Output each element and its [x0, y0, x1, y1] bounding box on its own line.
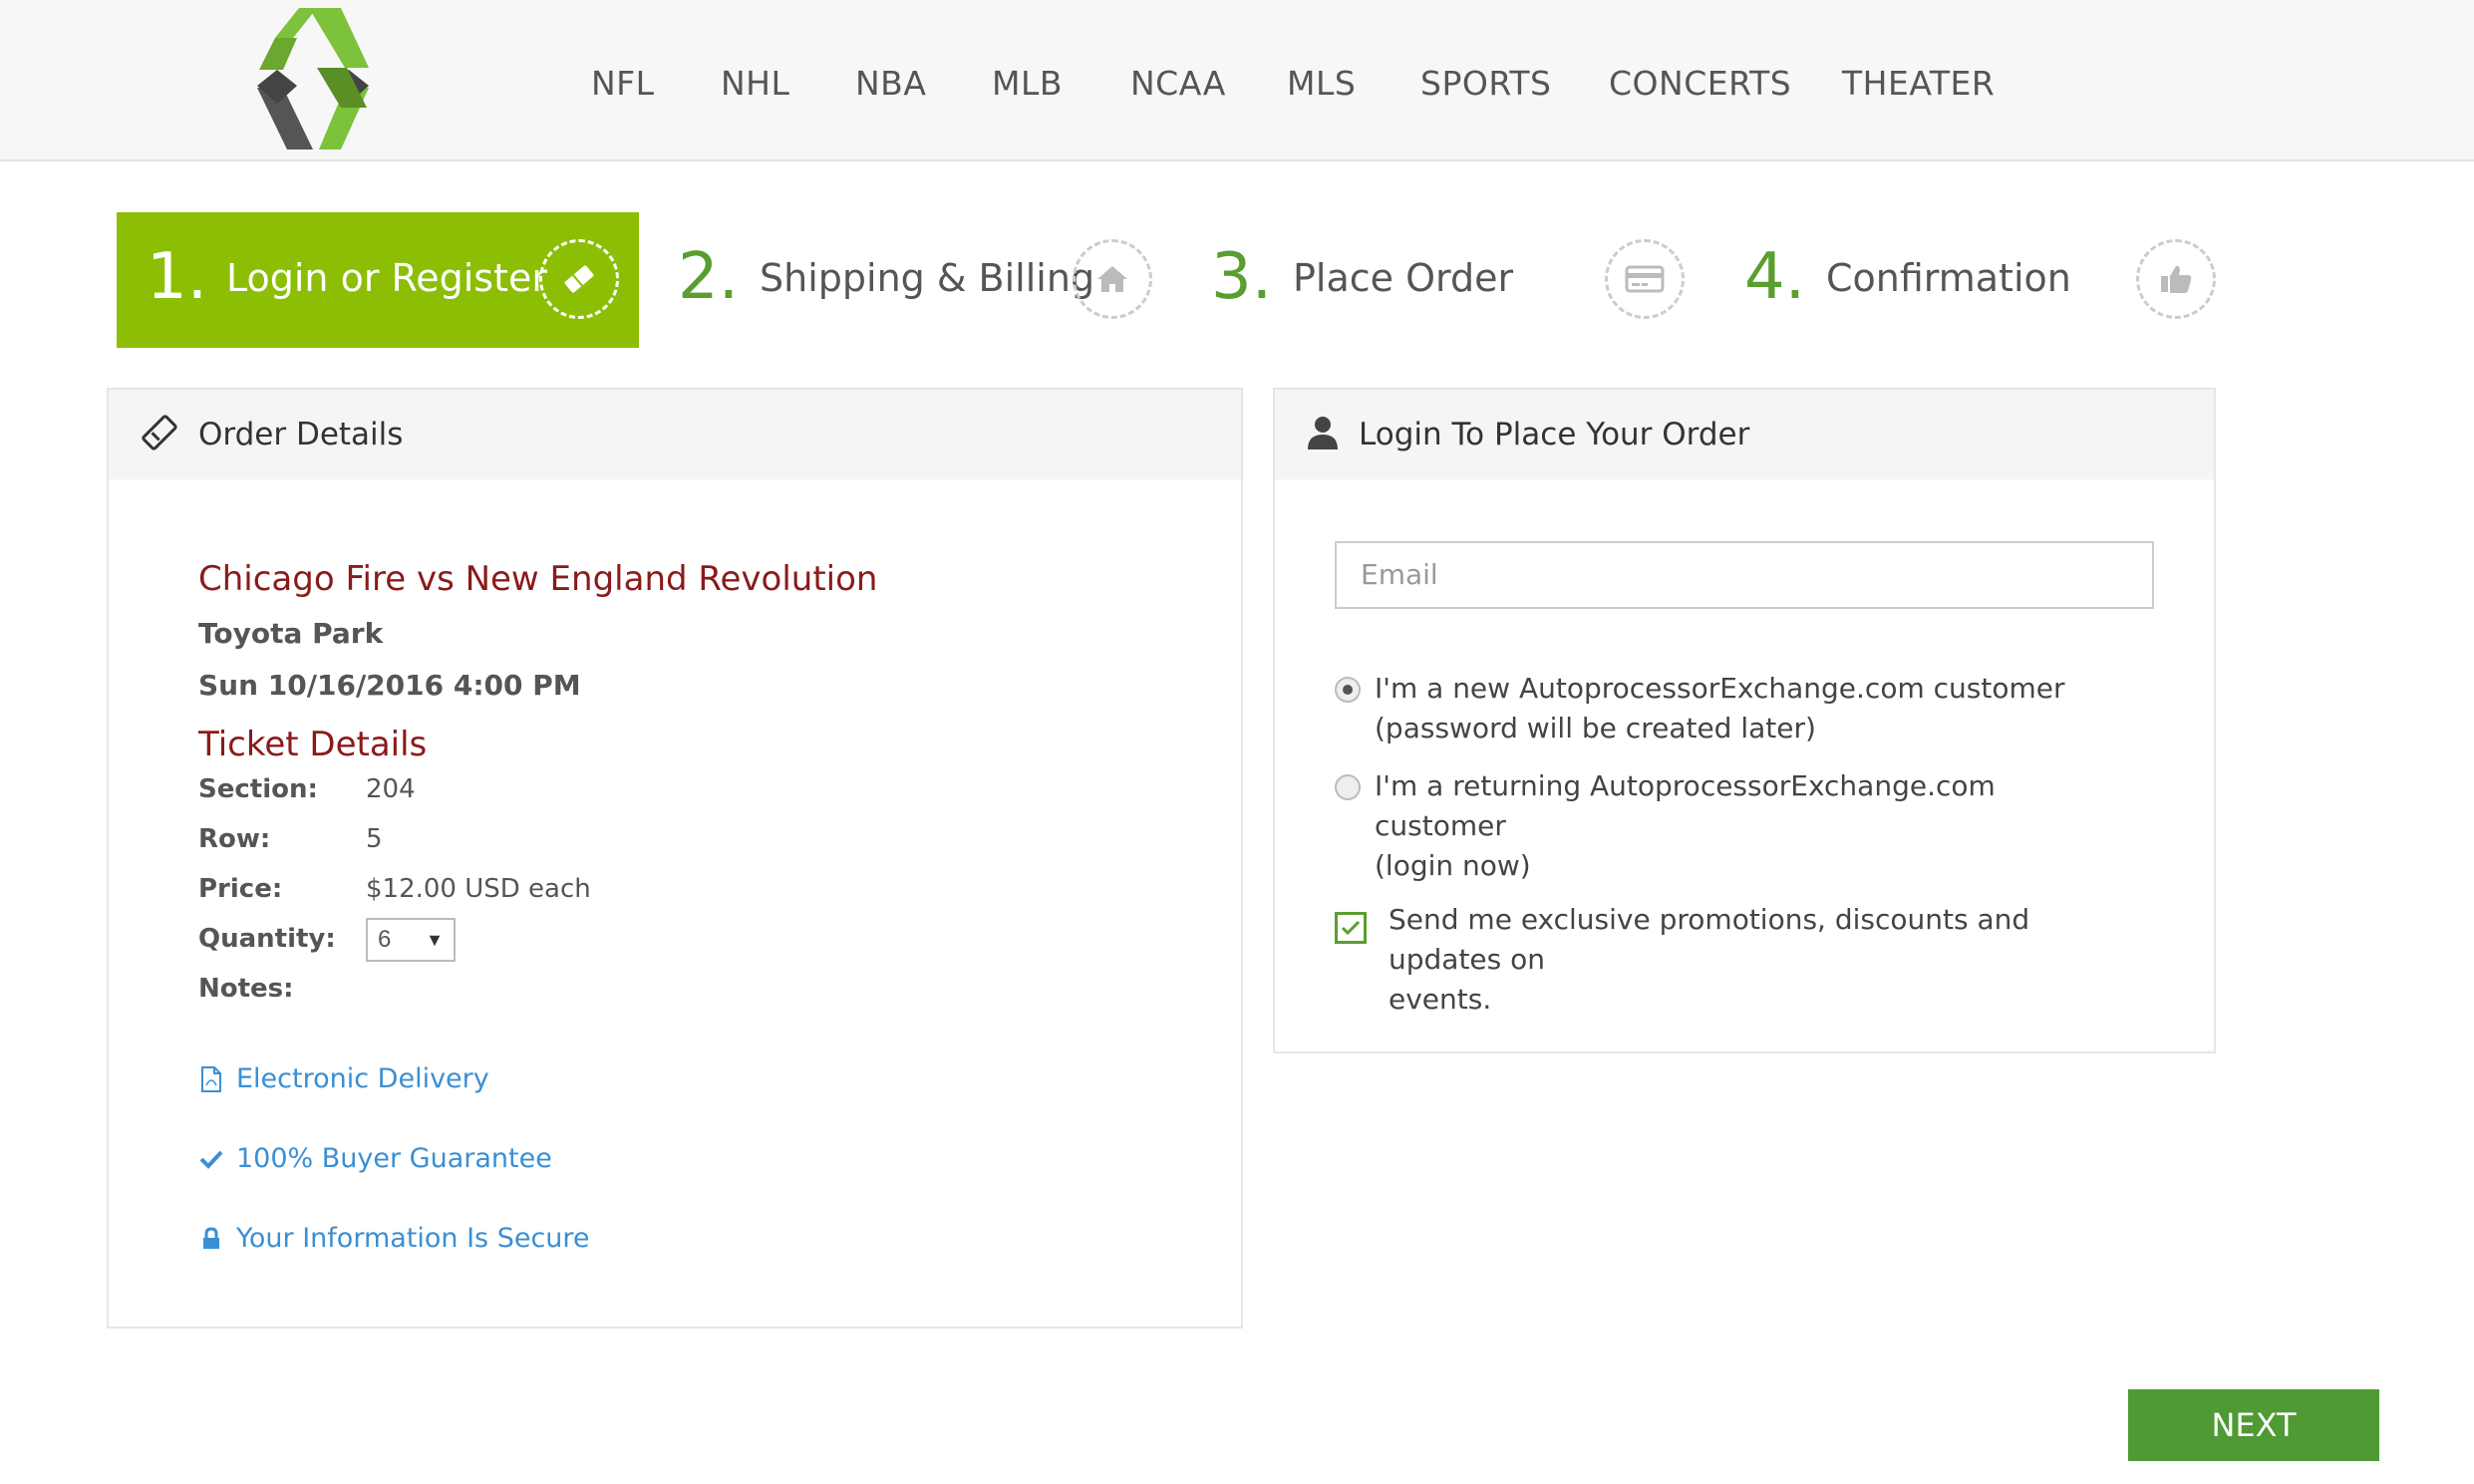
returning-customer-radio[interactable] — [1335, 774, 1361, 800]
nav-theater[interactable]: THEATER — [1842, 64, 1995, 103]
event-venue: Toyota Park — [198, 617, 384, 650]
credit-card-icon — [1605, 239, 1685, 319]
section-label: Section: — [198, 774, 318, 804]
ticket-details-heading: Ticket Details — [198, 725, 428, 764]
pdf-file-icon — [198, 1064, 224, 1094]
nav-nhl[interactable]: NHL — [721, 64, 789, 103]
promotions-checkbox[interactable] — [1335, 912, 1367, 944]
quantity-select[interactable]: 6 ▼ — [366, 918, 456, 962]
quantity-value: 6 — [378, 926, 392, 953]
step-number: 4. — [1744, 240, 1806, 314]
site-header: NFL NHL NBA MLB NCAA MLS SPORTS CONCERTS… — [0, 0, 2474, 161]
new-customer-line2: (password will be created later) — [1375, 712, 1816, 744]
quantity-label: Quantity: — [198, 924, 336, 954]
checkmark-icon — [198, 1144, 224, 1174]
event-title: Chicago Fire vs New England Revolution — [198, 559, 878, 599]
home-icon — [1073, 239, 1152, 319]
order-details-header: Order Details — [109, 390, 1241, 479]
lock-icon — [198, 1224, 224, 1254]
next-button[interactable]: NEXT — [2128, 1389, 2379, 1461]
user-icon — [1307, 415, 1339, 455]
main-nav: NFL NHL NBA MLB NCAA MLS SPORTS CONCERTS… — [0, 0, 2474, 161]
notes-label: Notes: — [198, 974, 294, 1004]
nav-concerts[interactable]: CONCERTS — [1609, 64, 1791, 103]
information-secure-link[interactable]: Your Information Is Secure — [198, 1223, 590, 1254]
step-number: 2. — [678, 240, 740, 314]
event-datetime: Sun 10/16/2016 4:00 PM — [198, 669, 581, 702]
promotions-line2: events. — [1389, 983, 1492, 1016]
step-login: 1. Login or Register — [117, 212, 639, 348]
step-number: 3. — [1211, 240, 1273, 314]
price-value: $12.00 USD each — [366, 874, 591, 904]
step-label: Place Order — [1293, 256, 1514, 300]
row-label: Row: — [198, 824, 271, 854]
nav-mlb[interactable]: MLB — [992, 64, 1063, 103]
information-secure-label: Your Information Is Secure — [236, 1223, 590, 1254]
promotions-line1: Send me exclusive promotions, discounts … — [1389, 903, 2030, 976]
returning-customer-label[interactable]: I'm a returning AutoprocessorExchange.co… — [1375, 766, 2132, 886]
nav-ncaa[interactable]: NCAA — [1130, 64, 1226, 103]
email-input[interactable]: Email — [1335, 541, 2154, 609]
electronic-delivery-label: Electronic Delivery — [236, 1063, 489, 1094]
section-value: 204 — [366, 774, 416, 804]
returning-customer-line2: (login now) — [1375, 849, 1531, 882]
nav-sports[interactable]: SPORTS — [1420, 64, 1551, 103]
nav-nfl[interactable]: NFL — [591, 64, 655, 103]
buyer-guarantee-label: 100% Buyer Guarantee — [236, 1143, 552, 1174]
ticket-icon — [141, 414, 178, 456]
thumbs-up-icon — [2136, 239, 2216, 319]
order-details-title: Order Details — [198, 417, 404, 452]
ticket-icon — [539, 239, 619, 319]
promotions-label[interactable]: Send me exclusive promotions, discounts … — [1389, 900, 2146, 1020]
step-number: 1. — [147, 240, 208, 314]
step-place-order: 3. Place Order — [1211, 212, 1709, 348]
nav-mls[interactable]: MLS — [1287, 64, 1356, 103]
login-header: Login To Place Your Order — [1275, 390, 2214, 479]
step-label: Confirmation — [1826, 256, 2071, 300]
nav-nba[interactable]: NBA — [855, 64, 926, 103]
row-value: 5 — [366, 824, 383, 854]
new-customer-line1: I'm a new AutoprocessorExchange.com cust… — [1375, 672, 2065, 705]
login-title: Login To Place Your Order — [1359, 417, 1750, 452]
new-customer-radio[interactable] — [1335, 677, 1361, 703]
caret-down-icon: ▼ — [426, 930, 444, 950]
returning-customer-line1: I'm a returning AutoprocessorExchange.co… — [1375, 769, 1996, 842]
login-panel: Login To Place Your Order Email I'm a ne… — [1273, 388, 2216, 1053]
step-label: Login or Register — [226, 256, 547, 300]
step-label: Shipping & Billing — [760, 256, 1095, 300]
new-customer-label[interactable]: I'm a new AutoprocessorExchange.com cust… — [1375, 669, 2132, 748]
order-details-panel: Order Details Chicago Fire vs New Englan… — [107, 388, 1243, 1329]
buyer-guarantee-link[interactable]: 100% Buyer Guarantee — [198, 1143, 552, 1174]
step-confirmation: 4. Confirmation — [1744, 212, 2243, 348]
electronic-delivery-link[interactable]: Electronic Delivery — [198, 1063, 489, 1094]
price-label: Price: — [198, 874, 283, 904]
step-shipping: 2. Shipping & Billing — [678, 212, 1176, 348]
